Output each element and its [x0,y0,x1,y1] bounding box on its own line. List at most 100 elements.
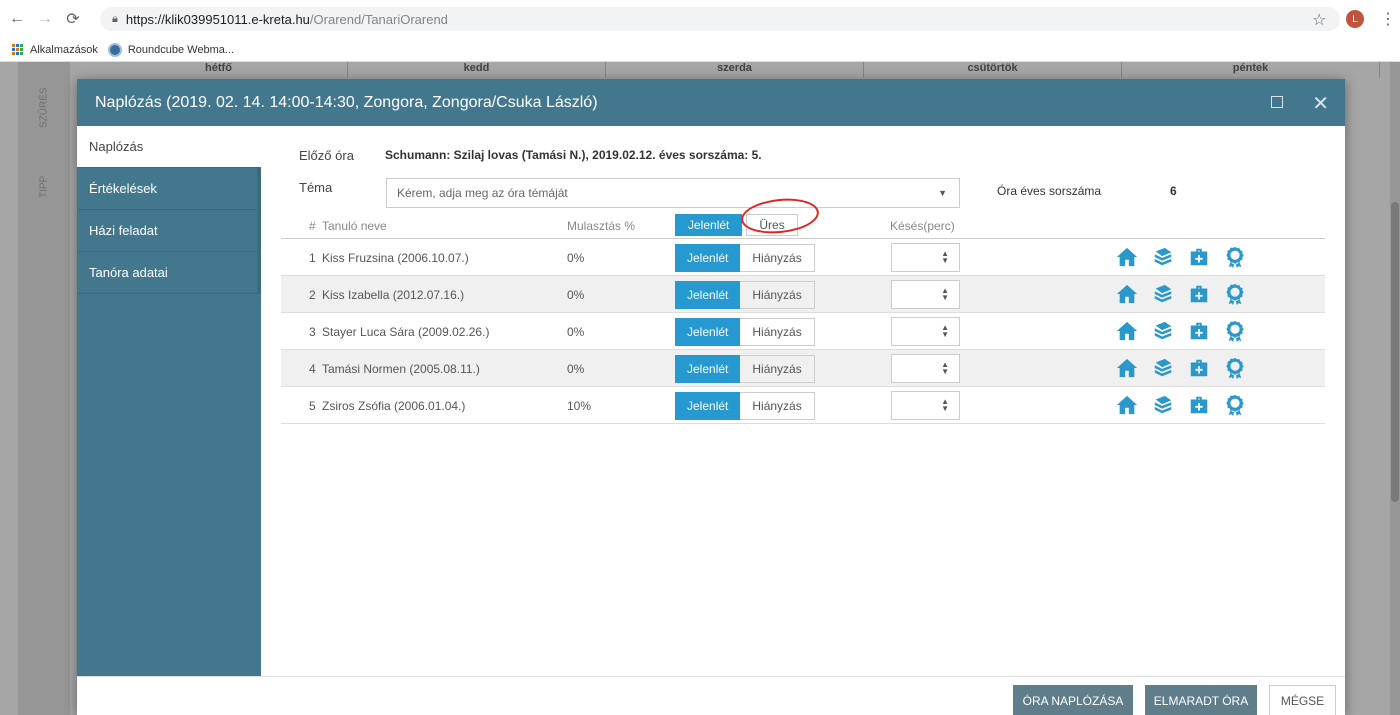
attendance-toggle: Jelenlét Hiányzás [675,281,815,309]
award-icon[interactable] [1223,282,1247,306]
award-icon[interactable] [1223,393,1247,417]
attendance-toggle: Jelenlét Hiányzás [675,392,815,420]
home-icon[interactable] [1115,282,1139,306]
col-hash: # [309,219,316,233]
logging-modal: Naplózás (2019. 02. 14. 14:00-14:30, Zon… [77,79,1345,715]
award-icon[interactable] [1223,356,1247,380]
row-number: 5 [309,399,316,413]
book-icon[interactable] [1151,319,1175,343]
lock-icon: 🔒︎ [112,12,118,25]
side-item-ertekelesek[interactable]: Értékelések [77,168,261,210]
book-icon[interactable] [1151,282,1175,306]
present-button[interactable]: Jelenlét [675,355,741,383]
modal-content: Előző óra Schumann: Szilaj lovas (Tamási… [281,126,1325,676]
late-minutes-input[interactable]: ▲ ▼ [891,243,960,272]
medkit-icon[interactable] [1187,393,1211,417]
row-number: 3 [309,325,316,339]
row-actions [1115,319,1259,343]
present-button[interactable]: Jelenlét [675,392,741,420]
profile-avatar[interactable]: L [1346,10,1364,28]
present-button[interactable]: Jelenlét [675,281,741,309]
award-icon[interactable] [1223,245,1247,269]
absent-button[interactable]: Hiányzás [740,355,815,383]
modal-footer: ÓRA NAPLÓZÁSA ELMARADT ÓRA MÉGSE [77,676,1345,715]
home-icon[interactable] [1115,245,1139,269]
medkit-icon[interactable] [1187,356,1211,380]
student-name: Stayer Luca Sára (2009.02.26.) [322,325,490,339]
attendance-toggle: Jelenlét Hiányzás [675,244,815,272]
absent-button[interactable]: Hiányzás [740,244,815,272]
book-icon[interactable] [1151,245,1175,269]
bookmark-star-icon[interactable]: ☆ [1312,10,1326,30]
col-late: Késés(perc) [890,219,955,233]
absent-button[interactable]: Hiányzás [740,281,815,309]
modal-title: Naplózás (2019. 02. 14. 14:00-14:30, Zon… [95,93,598,111]
browser-menu-icon[interactable]: ⋮ [1380,9,1396,29]
url-path: /Orarend/TanariOrarend [309,11,448,27]
modal-header: Naplózás (2019. 02. 14. 14:00-14:30, Zon… [77,79,1345,126]
medkit-icon[interactable] [1187,245,1211,269]
late-minutes-input[interactable]: ▲ ▼ [891,354,960,383]
row-number: 2 [309,288,316,302]
present-button[interactable]: Jelenlét [675,318,741,346]
log-lesson-button[interactable]: ÓRA NAPLÓZÁSA [1013,685,1133,715]
forward-icon[interactable]: → [34,8,56,30]
row-actions [1115,245,1259,269]
row-actions [1115,356,1259,380]
stepper-arrows-icon[interactable]: ▲ ▼ [941,250,949,265]
home-icon[interactable] [1115,319,1139,343]
student-name: Tamási Normen (2005.08.11.) [322,362,480,376]
stepper-arrows-icon[interactable]: ▲ ▼ [941,361,949,376]
home-icon[interactable] [1115,393,1139,417]
student-name: Zsiros Zsófia (2006.01.04.) [322,399,466,413]
close-icon[interactable]: ✕ [1312,91,1329,116]
late-minutes-input[interactable]: ▲ ▼ [891,317,960,346]
annual-number-label: Óra éves sorszáma [997,184,1102,198]
bookmark-apps[interactable]: Alkalmazások [12,43,98,56]
col-name: Tanuló neve [322,219,387,233]
missed-lesson-button[interactable]: ELMARADT ÓRA [1145,685,1257,715]
cancel-button[interactable]: MÉGSE [1269,685,1336,715]
late-minutes-input[interactable]: ▲ ▼ [891,391,960,420]
table-row: 4 Tamási Normen (2005.08.11.) 0% Jelenlé… [281,350,1325,387]
topic-placeholder: Kérem, adja meg az óra témáját [397,186,568,200]
side-item-naplozas[interactable]: Naplózás [77,126,261,168]
stepper-arrows-icon[interactable]: ▲ ▼ [941,287,949,302]
roundcube-icon [107,42,122,57]
present-button[interactable]: Jelenlét [675,244,741,272]
medkit-icon[interactable] [1187,319,1211,343]
modal-side-menu: Naplózás Értékelések Házi feladat Tanóra… [77,126,261,676]
back-icon[interactable]: ← [6,8,28,30]
award-icon[interactable] [1223,319,1247,343]
book-icon[interactable] [1151,356,1175,380]
apps-grid-icon [12,43,24,56]
col-absence: Mulasztás % [567,219,636,233]
absence-percent: 0% [567,251,585,265]
attendance-toggle: Jelenlét Hiányzás [675,355,815,383]
browser-toolbar: ← → ⟳ 🔒︎ https://klik039951011.e-kreta.h… [0,0,1400,38]
home-icon[interactable] [1115,356,1139,380]
absent-button[interactable]: Hiányzás [740,318,815,346]
absence-percent: 0% [567,362,585,376]
student-name: Kiss Fruzsina (2006.10.07.) [322,251,469,265]
reload-icon[interactable]: ⟳ [62,8,84,30]
medkit-icon[interactable] [1187,282,1211,306]
book-icon[interactable] [1151,393,1175,417]
side-item-hazi-feladat[interactable]: Házi feladat [77,210,261,252]
absence-percent: 10% [567,399,592,413]
annual-number-value: 6 [1170,184,1177,198]
late-minutes-input[interactable]: ▲ ▼ [891,280,960,309]
stepper-arrows-icon[interactable]: ▲ ▼ [941,398,949,413]
row-actions [1115,282,1259,306]
absent-button[interactable]: Hiányzás [740,392,815,420]
maximize-icon[interactable] [1271,96,1283,108]
side-item-tanora-adatai[interactable]: Tanóra adatai [77,252,261,294]
stepper-arrows-icon[interactable]: ▲ ▼ [941,324,949,339]
caret-down-icon: ▼ [938,188,947,198]
topic-select[interactable]: Kérem, adja meg az óra témáját ▼ [386,178,960,208]
absence-percent: 0% [567,325,585,339]
bulk-present-button[interactable]: Jelenlét [675,214,743,236]
bookmark-roundcube[interactable]: Roundcube Webma... [107,42,234,57]
row-actions [1115,393,1259,417]
address-bar[interactable]: 🔒︎ https://klik039951011.e-kreta.hu/Orar… [100,7,1340,31]
